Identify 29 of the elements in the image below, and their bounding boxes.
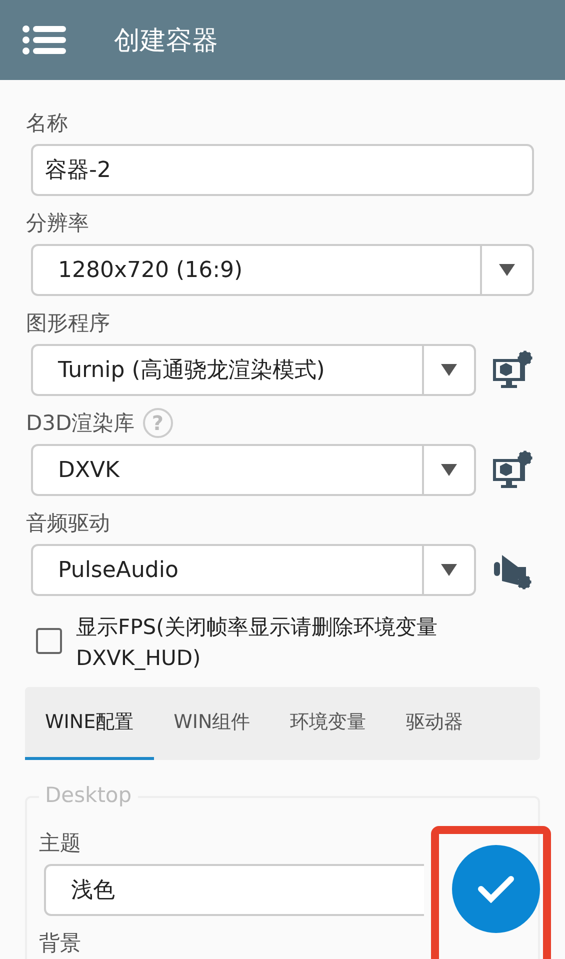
checkbox-label: 显示FPS(关闭帧率显示请删除环境变量DXVK_HUD) bbox=[76, 614, 438, 672]
field-label: 背景 bbox=[39, 930, 81, 957]
field-label: 名称 bbox=[26, 110, 68, 137]
dropdown-arrow-icon bbox=[441, 464, 457, 476]
field-label: 分辨率 bbox=[26, 210, 89, 237]
dropdown-arrow-icon bbox=[441, 564, 457, 576]
dropdown[interactable]: 浅色 bbox=[44, 864, 424, 916]
tab[interactable]: 环境变量 bbox=[270, 687, 386, 760]
field-label: 图形程序 bbox=[26, 310, 110, 337]
field-label: 主题 bbox=[39, 830, 81, 857]
dropdown[interactable]: DXVK bbox=[31, 444, 476, 496]
field-label: D3D渲染库 bbox=[26, 410, 135, 437]
group-legend: Desktop bbox=[39, 783, 138, 807]
check-icon bbox=[478, 875, 514, 903]
checkbox[interactable] bbox=[36, 628, 62, 654]
tab[interactable]: WIN组件 bbox=[154, 687, 270, 760]
tab[interactable]: WINE配置 bbox=[25, 687, 154, 760]
dropdown[interactable]: Turnip (高通骁龙渲染模式) bbox=[31, 344, 476, 396]
dropdown[interactable]: PulseAudio bbox=[31, 544, 476, 596]
monitor-gear-icon[interactable] bbox=[492, 449, 534, 491]
screen-title: 创建容器 bbox=[114, 24, 218, 58]
dropdown[interactable]: 1280x720 (16:9) bbox=[31, 244, 534, 296]
field-label: 音频驱动 bbox=[26, 510, 110, 537]
name-input[interactable]: 容器-2 bbox=[31, 144, 534, 196]
dropdown-arrow-icon bbox=[441, 364, 457, 376]
menu-icon[interactable] bbox=[22, 25, 66, 55]
tab[interactable]: 驱动器 bbox=[386, 687, 484, 760]
monitor-gear-icon[interactable] bbox=[492, 349, 534, 391]
dropdown-arrow-icon bbox=[499, 264, 515, 276]
